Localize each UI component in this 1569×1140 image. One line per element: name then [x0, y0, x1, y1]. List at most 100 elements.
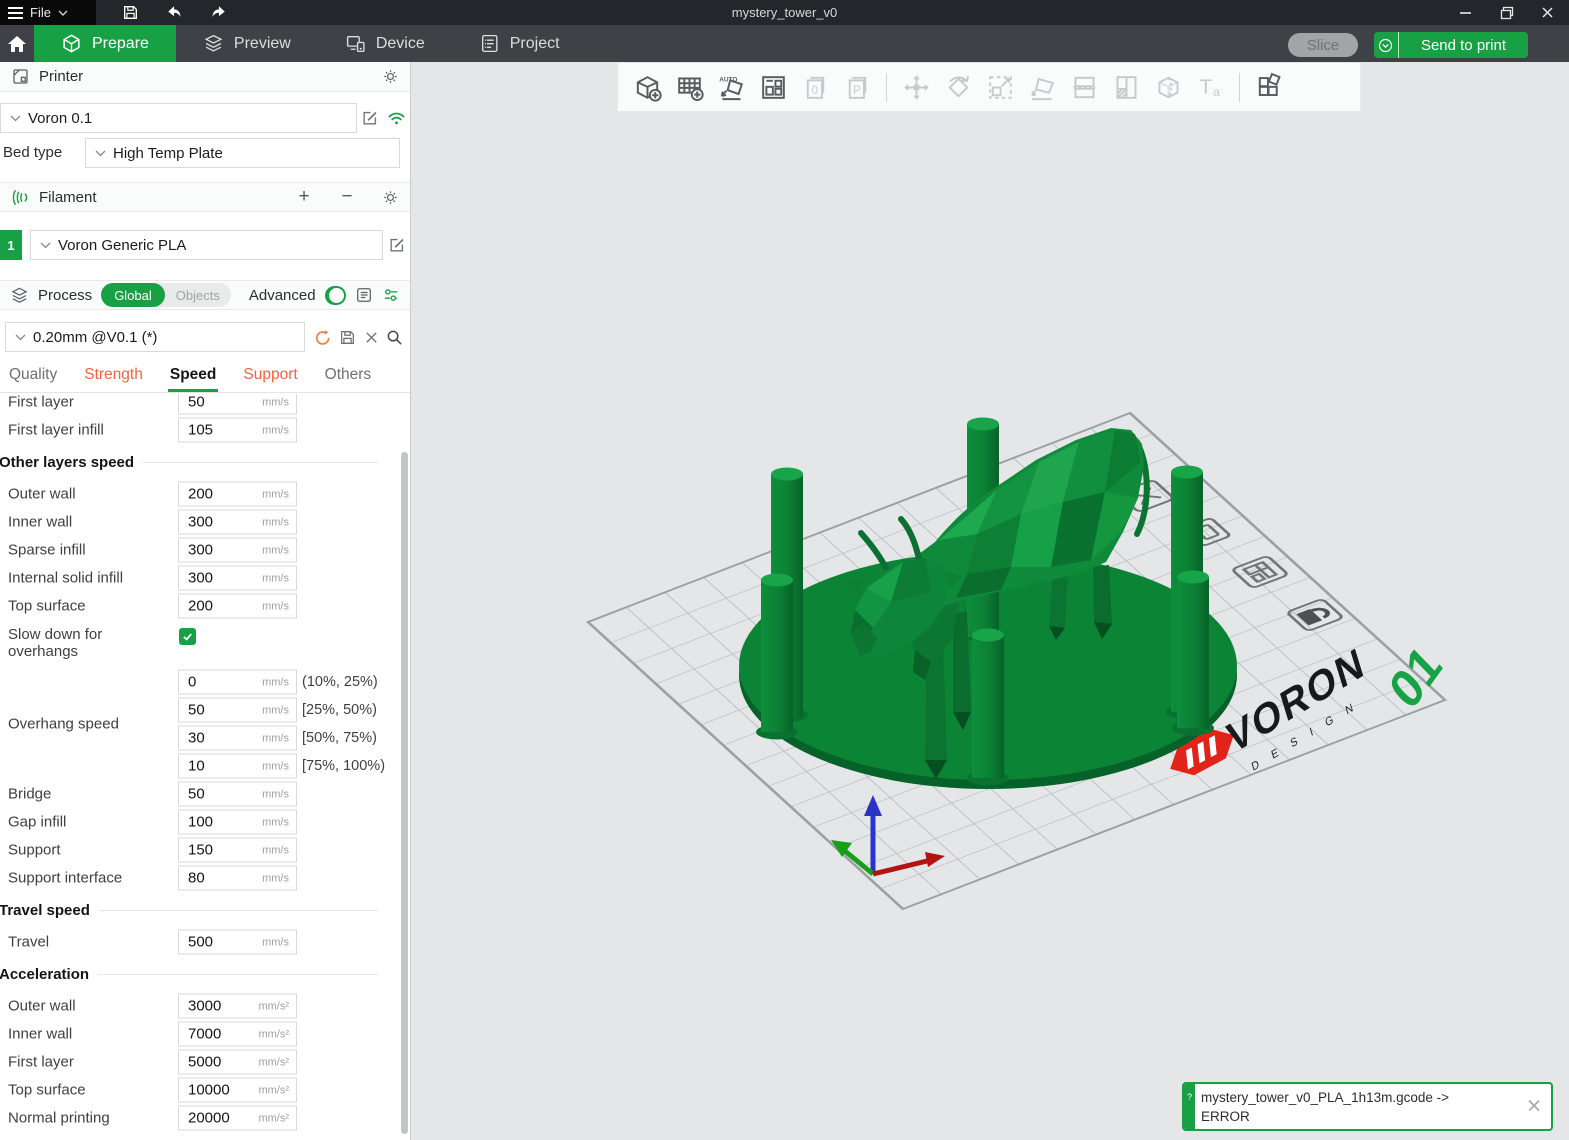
filament-settings-gear-icon[interactable]: [380, 187, 400, 207]
ptab-quality[interactable]: Quality: [9, 366, 57, 384]
setting-row: Inner wall300mm/s: [0, 508, 400, 536]
device-icon: [345, 33, 366, 54]
auto-orient-icon[interactable]: AUTO: [710, 68, 752, 106]
setting-input[interactable]: 200mm/s: [178, 594, 297, 619]
setting-input[interactable]: 3000mm/s²: [178, 994, 297, 1019]
remove-filament-icon[interactable]: −: [337, 187, 357, 207]
search-settings-icon[interactable]: [384, 327, 404, 347]
reset-preset-icon[interactable]: [312, 327, 332, 347]
slice-button[interactable]: Slice: [1288, 33, 1358, 57]
viewport-3d[interactable]: VORON D E S I G N 01: [411, 62, 1569, 1140]
tab-device[interactable]: Device: [318, 25, 452, 62]
printer-connection-wifi-icon[interactable]: [386, 108, 406, 128]
process-scope-toggle[interactable]: Global Objects: [101, 283, 231, 307]
setting-input[interactable]: 50mm/s: [178, 782, 297, 807]
add-plate-icon[interactable]: [668, 68, 710, 106]
notification-toast: ? mystery_tower_v0_PLA_1h13m.gcode -> ER…: [1182, 1082, 1553, 1131]
setting-input[interactable]: 80mm/s: [178, 866, 297, 891]
setting-input[interactable]: 300mm/s: [178, 510, 297, 535]
svg-text:P: P: [852, 83, 860, 96]
undo-icon[interactable]: [164, 3, 184, 23]
lay-on-face-icon[interactable]: [1021, 68, 1063, 106]
arrange-icon[interactable]: [752, 68, 794, 106]
filament-edit-icon[interactable]: [387, 235, 407, 255]
copy-icon[interactable]: 0: [794, 68, 836, 106]
setting-label: Gap infill: [8, 814, 176, 831]
setting-input[interactable]: 300mm/s: [178, 566, 297, 591]
save-preset-icon[interactable]: [337, 327, 357, 347]
toast-message: mystery_tower_v0_PLA_1h13m.gcode -> ERRO…: [1195, 1084, 1517, 1129]
text-icon[interactable]: Ta: [1189, 68, 1231, 106]
setting-input[interactable]: 200mm/s: [178, 482, 297, 507]
filament-select[interactable]: Voron Generic PLA: [30, 230, 383, 260]
setting-input[interactable]: 50mm/s: [178, 394, 297, 415]
setting-input[interactable]: 7000mm/s²: [178, 1022, 297, 1047]
setting-input[interactable]: 105mm/s: [178, 418, 297, 443]
rotate-icon[interactable]: [937, 68, 979, 106]
setting-label: Travel: [8, 934, 176, 951]
filament-slot-badge[interactable]: 1: [0, 230, 22, 260]
setting-input[interactable]: 500mm/s: [178, 930, 297, 955]
scope-global[interactable]: Global: [101, 283, 165, 307]
redo-icon[interactable]: [208, 3, 228, 23]
advanced-toggle[interactable]: [325, 286, 346, 305]
process-preset-select[interactable]: 0.20mm @V0.1 (*): [5, 322, 305, 352]
settings-scrollbar[interactable]: [401, 452, 408, 1134]
setting-input[interactable]: 10mm/s: [178, 754, 297, 779]
ptab-support[interactable]: Support: [243, 366, 297, 384]
setting-input[interactable]: 150mm/s: [178, 838, 297, 863]
move-icon[interactable]: [895, 68, 937, 106]
toast-close-button[interactable]: ×: [1517, 1084, 1551, 1129]
setting-input[interactable]: 30mm/s: [178, 726, 297, 751]
setting-input[interactable]: 20000mm/s²: [178, 1106, 297, 1131]
ptab-others[interactable]: Others: [325, 366, 372, 384]
model-pillar-front[interactable]: [967, 629, 1009, 786]
ptab-speed[interactable]: Speed: [170, 366, 217, 384]
setting-label: Outer wall: [8, 998, 176, 1015]
tab-project[interactable]: Project: [452, 25, 587, 62]
send-options-chevron[interactable]: [1374, 32, 1399, 58]
printer-edit-icon[interactable]: [360, 108, 380, 128]
cut-icon[interactable]: [1063, 68, 1105, 106]
scale-icon[interactable]: [979, 68, 1021, 106]
delete-preset-icon[interactable]: [361, 327, 381, 347]
save-project-icon[interactable]: [120, 3, 140, 23]
setting-group: Overhang speed0mm/s(10%, 25%)50mm/s[25%,…: [0, 668, 400, 780]
setting-input[interactable]: 5000mm/s²: [178, 1050, 297, 1075]
setting-input[interactable]: 100mm/s: [178, 810, 297, 835]
minimize-button[interactable]: [1458, 5, 1473, 20]
setting-input[interactable]: 10000mm/s²: [178, 1078, 297, 1103]
chevron-down-icon: [40, 242, 51, 249]
printer-settings-gear-icon[interactable]: [380, 67, 400, 87]
add-model-icon[interactable]: [626, 68, 668, 106]
setting-row: Support150mm/s: [0, 836, 400, 864]
setting-row: Outer wall200mm/s: [0, 480, 400, 508]
mesh-boolean-icon[interactable]: [1147, 68, 1189, 106]
bed-type-select[interactable]: High Temp Plate: [85, 138, 400, 168]
tab-prepare[interactable]: Prepare: [34, 25, 176, 62]
preview-layers-icon: [203, 33, 224, 54]
setting-label: First layer: [8, 394, 176, 411]
send-to-print-button[interactable]: Send to print: [1374, 32, 1528, 58]
home-button[interactable]: [0, 25, 34, 62]
setting-input[interactable]: 50mm/s: [178, 698, 297, 723]
parameter-tune-icon[interactable]: [382, 285, 400, 305]
checkbox-checked[interactable]: [179, 628, 196, 645]
view-list-icon[interactable]: [355, 285, 373, 305]
scene-canvas[interactable]: VORON D E S I G N 01: [411, 62, 1569, 1140]
printer-select[interactable]: Voron 0.1: [0, 103, 357, 133]
add-filament-icon[interactable]: +: [294, 187, 314, 207]
scope-objects[interactable]: Objects: [165, 288, 231, 303]
assembly-icon[interactable]: [1248, 68, 1290, 106]
process-layers-icon: [10, 285, 29, 305]
setting-row: Internal solid infill300mm/s: [0, 564, 400, 592]
setting-input[interactable]: 0mm/s: [178, 670, 297, 695]
file-menu-button[interactable]: File: [0, 0, 96, 25]
variable-layer-height-icon[interactable]: [1105, 68, 1147, 106]
restore-button[interactable]: [1499, 5, 1514, 20]
ptab-strength[interactable]: Strength: [84, 366, 143, 384]
close-button[interactable]: [1540, 5, 1555, 20]
setting-input[interactable]: 300mm/s: [178, 538, 297, 563]
paste-icon[interactable]: P: [836, 68, 878, 106]
tab-preview[interactable]: Preview: [176, 25, 318, 62]
